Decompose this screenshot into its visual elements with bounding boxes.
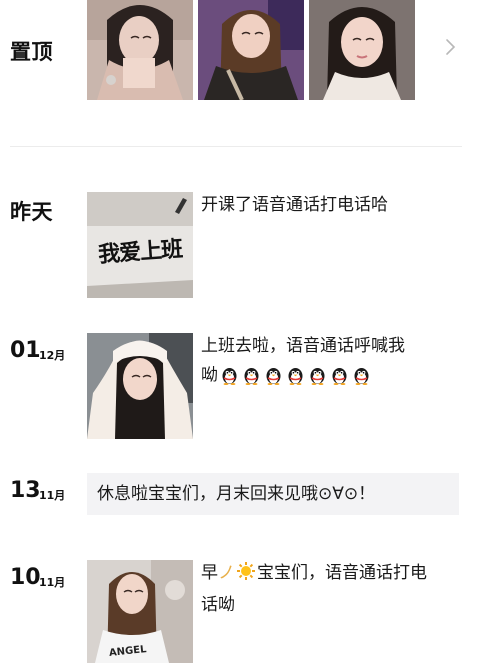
penguin-icon <box>266 368 281 385</box>
post-0112-text: 上班去啦，语音通话呼喊我 呦 <box>201 332 405 391</box>
moments-album-page: 置顶 昨天 我爱上班 开课了语音通话打电话哈 01 12月 上班去啦，语音通话呼… <box>0 0 477 663</box>
pinned-photo-2[interactable] <box>198 0 304 100</box>
post-1011-text-prefix: 早 <box>201 563 218 583</box>
post-1311-text-card[interactable]: 休息啦宝宝们，月末回来见哦⊙∀⊙！ <box>87 473 459 515</box>
penguin-icon <box>354 368 369 385</box>
wave-hand-icon: ノ <box>218 563 235 583</box>
post-0112-text-line2-prefix: 呦 <box>201 365 218 386</box>
post-1311-text: 休息啦宝宝们，月末回来见哦⊙∀⊙！ <box>97 484 376 504</box>
post-0112-text-line1: 上班去啦，语音通话呼喊我 <box>201 336 405 356</box>
penguin-icon <box>310 368 325 385</box>
date-day-01: 01 <box>10 338 41 363</box>
penguin-icon <box>332 368 347 385</box>
post-1011-text-line2: 话呦 <box>201 595 235 615</box>
post-1011-text-line1: 早ノ 宝宝们，语音通话打电 <box>201 559 427 591</box>
date-day-13: 13 <box>10 478 41 503</box>
penguin-emoji-row <box>220 361 374 390</box>
sun-icon <box>236 561 256 591</box>
pinned-photo-3[interactable] <box>309 0 415 100</box>
penguin-icon <box>288 368 303 385</box>
date-day-10: 10 <box>10 565 41 590</box>
post-1011-text: 早ノ 宝宝们，语音通话打电 话呦 <box>201 559 427 620</box>
penguin-icon <box>244 368 259 385</box>
date-month-12: 12月 <box>39 349 66 362</box>
pinned-photo-1[interactable] <box>87 0 193 100</box>
post-0112-photo[interactable] <box>87 333 193 439</box>
pinned-label: 置顶 <box>10 40 53 64</box>
post-1011-text-after-emoji: 宝宝们，语音通话打电 <box>257 563 427 583</box>
yesterday-label: 昨天 <box>10 200 53 224</box>
penguin-icon <box>222 368 237 385</box>
divider <box>10 146 462 147</box>
post-1011-photo[interactable]: ANGEL <box>87 560 193 663</box>
post-0112-text-line2: 呦 <box>201 361 405 391</box>
yesterday-photo[interactable]: 我爱上班 <box>87 192 193 298</box>
date-month-11-a: 11月 <box>39 489 66 502</box>
yesterday-post-text: 开课了语音通话打电话哈 <box>201 195 388 215</box>
date-month-11-b: 11月 <box>39 576 66 589</box>
chevron-right-icon[interactable] <box>444 37 458 57</box>
